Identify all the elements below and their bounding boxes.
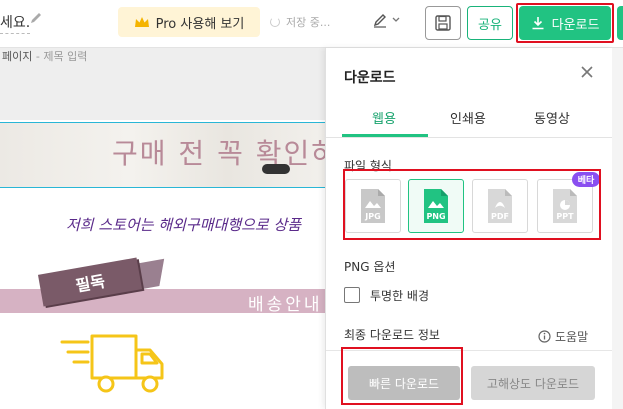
pen-icon — [373, 14, 386, 28]
pro-trial-label: Pro 사용해 보기 — [155, 16, 245, 32]
tab-print[interactable]: 인쇄용 — [450, 108, 486, 127]
store-notice-text[interactable]: 저희 스토어는 해외구매대행으로 상품 — [66, 214, 301, 235]
loading-spinner-icon — [270, 17, 280, 27]
panel-title: 다운로드 — [344, 70, 396, 86]
edge-button[interactable] — [617, 6, 623, 40]
transparent-background-checkbox[interactable] — [344, 287, 360, 303]
info-icon — [538, 330, 551, 343]
file-format-label: 파일 형식 — [344, 159, 392, 173]
close-icon[interactable] — [579, 64, 595, 80]
panel-scrollbar[interactable] — [612, 48, 623, 409]
pdf-file-icon: PDF — [488, 189, 512, 223]
download-icon — [532, 17, 544, 30]
help-link[interactable]: 도움말 — [538, 328, 588, 345]
transparent-background-label[interactable]: 투명한 배경 — [370, 287, 429, 304]
png-text: PNG — [426, 212, 445, 221]
ppt-text: PPT — [556, 212, 574, 221]
format-pdf-option[interactable]: PDF — [472, 179, 528, 233]
pro-trial-button[interactable]: Pro 사용해 보기 — [118, 7, 260, 37]
jpg-text: JPG — [364, 212, 380, 221]
pen-tool-dropdown[interactable] — [372, 12, 400, 28]
save-status: 저장 중... — [270, 14, 330, 30]
floppy-disk-icon — [435, 15, 451, 31]
chevron-down-icon — [392, 17, 400, 22]
save-status-text: 저장 중... — [286, 16, 331, 29]
format-jpg-option[interactable]: JPG — [345, 179, 401, 233]
quick-download-button[interactable]: 빠른 다운로드 — [348, 366, 460, 400]
save-button[interactable] — [425, 6, 461, 40]
format-png-option[interactable]: PNG — [408, 179, 464, 233]
tab-web[interactable]: 웹용 — [372, 108, 396, 127]
pdf-text: PDF — [491, 212, 509, 221]
edit-title-pencil-icon[interactable] — [29, 11, 43, 25]
ppt-file-icon: PPT — [553, 189, 577, 223]
png-options-label: PNG 옵션 — [344, 260, 396, 274]
help-label: 도움말 — [555, 330, 589, 344]
hires-download-button[interactable]: 고해상도 다운로드 — [471, 366, 595, 400]
download-button[interactable]: 다운로드 — [519, 6, 611, 40]
download-label: 다운로드 — [551, 17, 600, 33]
tab-video[interactable]: 동영상 — [534, 108, 570, 127]
png-file-icon: PNG — [424, 189, 448, 223]
format-ppt-option[interactable]: PPT — [537, 179, 593, 233]
banner-chip — [262, 164, 290, 174]
shipping-guide-text[interactable]: 배송안내 — [248, 290, 323, 315]
document-title[interactable]: 세요. — [0, 12, 31, 34]
banner-headline[interactable]: 구매 전 꼭 확인하 — [112, 132, 339, 172]
last-download-info-label: 최종 다운로드 정보 — [344, 328, 440, 342]
page-name: 페이지 — [2, 50, 33, 63]
share-button[interactable]: 공유 — [467, 6, 513, 40]
beta-badge: 베타 — [572, 172, 600, 187]
page-title-placeholder: - 제목 입력 — [35, 50, 88, 63]
crown-icon — [134, 17, 149, 27]
delivery-truck-icon[interactable] — [58, 328, 168, 398]
jpg-file-icon: JPG — [361, 189, 385, 223]
active-tab-indicator — [342, 134, 428, 137]
page-label[interactable]: 페이지 - 제목 입력 — [2, 48, 87, 64]
